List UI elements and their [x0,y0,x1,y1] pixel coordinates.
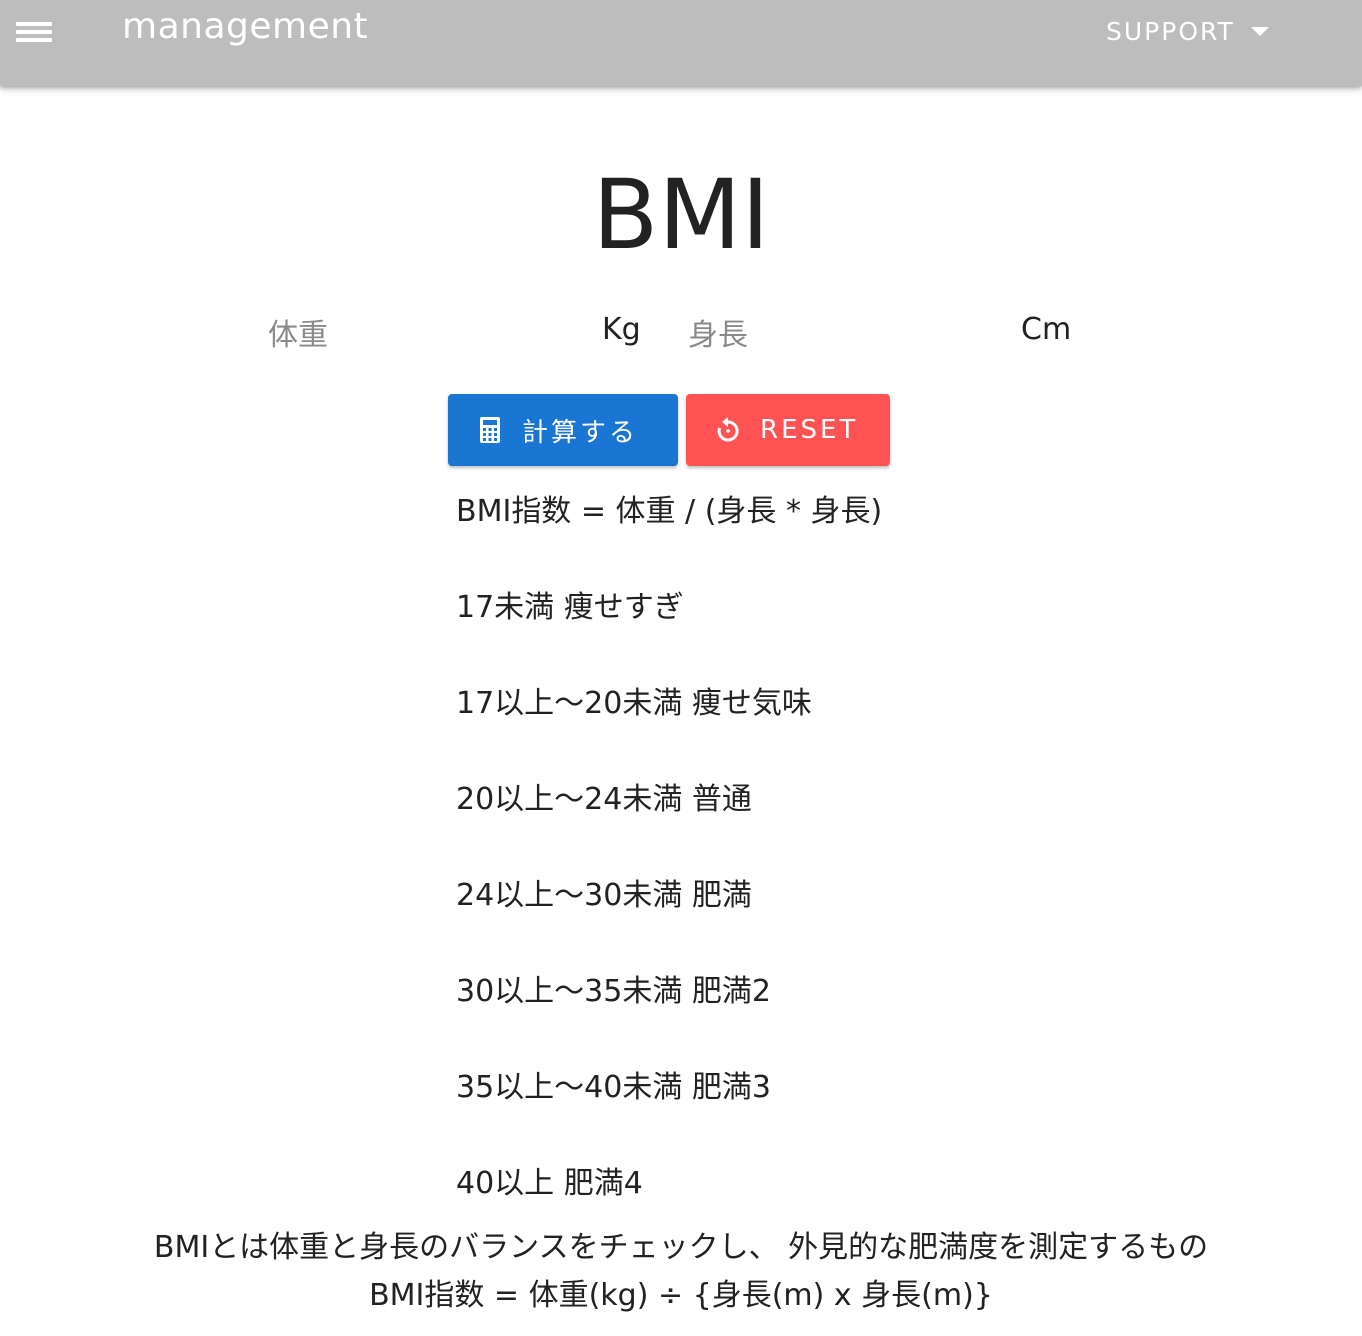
bmi-category: 35以上〜40未満 肥満3 [456,1070,771,1105]
app-bar: management SUPPORT [0,0,1362,86]
chevron-down-icon [1250,26,1269,36]
bmi-category: 17以上〜20未満 痩せ気味 [456,686,812,721]
weight-input[interactable] [268,354,586,356]
bmi-description: BMIとは体重と身長のバランスをチェックし、 外見的な肥満度を測定するもの [153,1230,1209,1265]
calculator-icon [478,416,502,444]
bmi-category: 24以上〜30未満 肥満 [456,878,752,913]
bmi-formula: BMI指数 = 体重 / (身長 * 身長) [456,494,883,529]
calculate-button[interactable]: 計算する [448,394,678,466]
page-title: BMI [592,159,770,271]
bmi-category: 30以上〜35未満 肥満2 [456,974,771,1009]
calculate-label: 計算する [522,417,639,448]
app-title: management [122,6,369,47]
weight-label: 体重 [268,318,328,353]
height-input[interactable] [688,354,1006,356]
restore-icon [716,416,740,444]
support-label: SUPPORT [1106,16,1235,46]
reset-label: RESET [760,415,859,445]
hamburger-menu-icon[interactable] [14,18,54,46]
weight-unit: Kg [602,312,641,347]
height-label: 身長 [688,318,748,353]
bmi-description-formula: BMI指数 = 体重(kg) ÷ {身長(m) x 身長(m)} [369,1278,993,1313]
reset-button[interactable]: RESET [686,394,890,466]
bmi-category: 40以上 肥満4 [456,1166,643,1201]
support-menu-button[interactable]: SUPPORT [1092,10,1283,52]
height-unit: Cm [1021,312,1072,347]
bmi-category: 20以上〜24未満 普通 [456,782,752,817]
bmi-category: 17未満 痩せすぎ [456,590,684,625]
